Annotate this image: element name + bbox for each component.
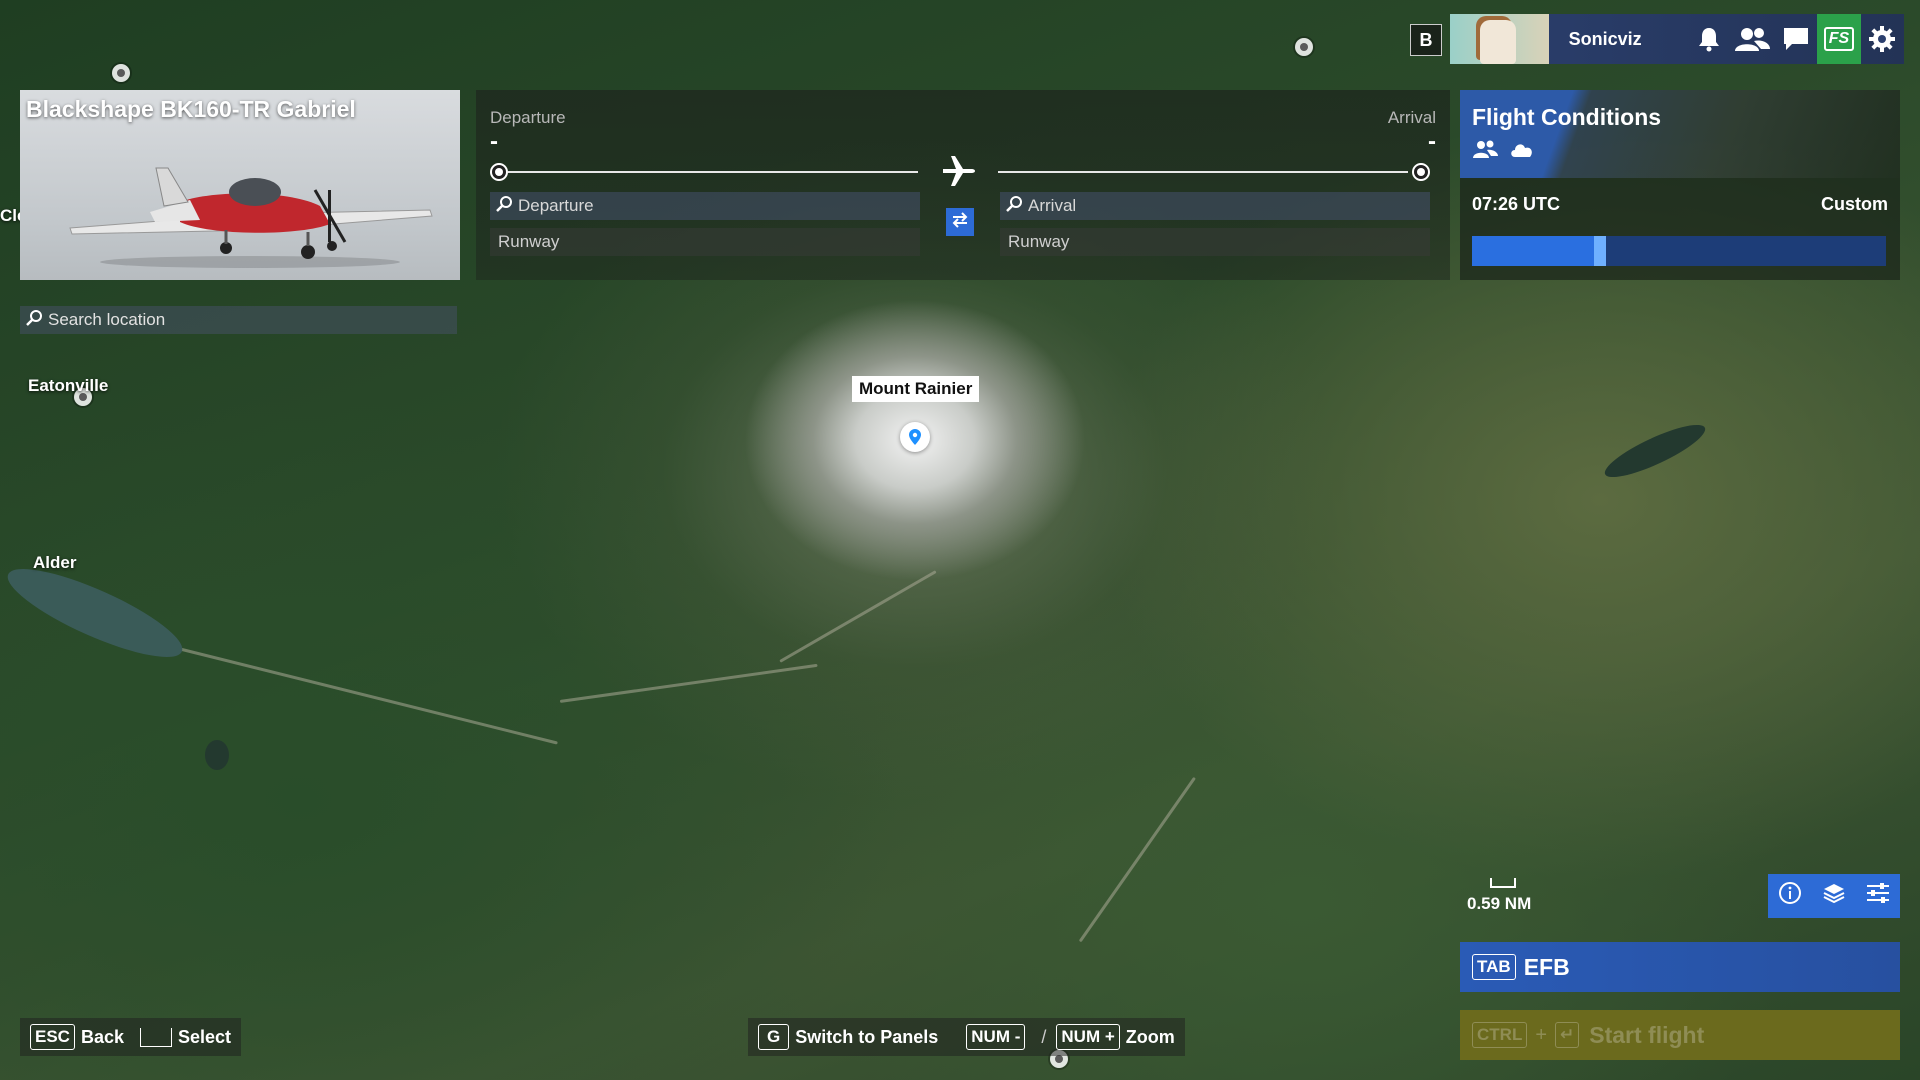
conditions-icons bbox=[1472, 140, 1535, 163]
panels-zoom-hints: G Switch to Panels NUM - / NUM + Zoom bbox=[748, 1018, 1185, 1056]
layers-icon[interactable] bbox=[1822, 881, 1846, 911]
efb-key: TAB bbox=[1472, 954, 1516, 980]
map-scale-bar bbox=[1490, 878, 1516, 888]
aircraft-card[interactable]: Blackshape BK160-TR Gabriel bbox=[20, 90, 460, 280]
arrival-placeholder: Arrival bbox=[1028, 196, 1077, 215]
space-key-icon bbox=[140, 1027, 172, 1047]
search-icon bbox=[1006, 195, 1022, 217]
zoom-label: Zoom bbox=[1125, 1026, 1175, 1047]
river bbox=[1078, 776, 1196, 943]
friends-icon[interactable] bbox=[1730, 14, 1773, 64]
search-placeholder: Search location bbox=[48, 310, 166, 329]
back-hint[interactable]: ESC Back Select bbox=[20, 1018, 242, 1056]
lake bbox=[0, 553, 192, 673]
zoom-out-key: NUM - bbox=[966, 1024, 1026, 1050]
zoom-hint[interactable]: NUM - / NUM + Zoom bbox=[966, 1024, 1175, 1050]
time-readout: 07:26 UTC bbox=[1472, 194, 1561, 214]
map-scale-label: 0.59 NM bbox=[1467, 894, 1532, 913]
river bbox=[559, 663, 818, 703]
b-key-button[interactable]: B bbox=[1410, 24, 1442, 56]
airplane-icon bbox=[943, 156, 975, 194]
efb-label: EFB bbox=[1523, 953, 1570, 980]
search-icon bbox=[26, 309, 42, 331]
time-slider-thumb[interactable] bbox=[1594, 236, 1606, 266]
esc-key: ESC bbox=[30, 1024, 75, 1050]
arrival-heading: Arrival bbox=[1387, 108, 1436, 127]
aircraft-name: Blackshape BK160-TR Gabriel bbox=[26, 96, 356, 122]
search-location-input[interactable]: Search location bbox=[20, 306, 457, 334]
departure-line bbox=[508, 171, 918, 173]
arrival-value: - bbox=[1428, 128, 1436, 155]
departure-node bbox=[490, 163, 508, 181]
chat-icon[interactable] bbox=[1774, 14, 1817, 64]
filter-icon[interactable] bbox=[1866, 882, 1890, 910]
start-flight-button[interactable]: CTRL + ↵ Start flight bbox=[1460, 1010, 1900, 1060]
arrival-line bbox=[998, 171, 1408, 173]
marketplace-label: FS bbox=[1823, 27, 1855, 51]
arrival-node bbox=[1412, 163, 1430, 181]
map-tools bbox=[1768, 874, 1900, 918]
map-label-alder[interactable]: Alder bbox=[33, 553, 76, 573]
start-flight-key: CTRL bbox=[1472, 1022, 1528, 1048]
info-icon[interactable] bbox=[1778, 881, 1802, 911]
map-poi[interactable] bbox=[1295, 38, 1313, 56]
enter-key-icon: ↵ bbox=[1555, 1022, 1580, 1048]
friends-icon bbox=[1473, 140, 1498, 158]
search-icon bbox=[496, 195, 512, 217]
select-label: Select bbox=[178, 1026, 232, 1047]
start-flight-label: Start flight bbox=[1589, 1021, 1705, 1048]
departure-placeholder: Departure bbox=[518, 196, 594, 215]
route-panel: Departure Arrival - - Departure Arrival … bbox=[476, 90, 1450, 280]
map-poi[interactable] bbox=[112, 64, 130, 82]
start-flight-plus: + bbox=[1535, 1023, 1548, 1046]
arrival-runway-field[interactable]: Runway bbox=[1000, 228, 1430, 256]
river bbox=[779, 570, 937, 663]
settings-icon[interactable] bbox=[1861, 14, 1904, 64]
lake bbox=[1599, 415, 1711, 487]
switch-panels-hint[interactable]: G Switch to Panels bbox=[758, 1024, 966, 1050]
flight-conditions-panel[interactable]: Flight Conditions 07:26 UTC Custom bbox=[1460, 90, 1900, 280]
location-marker-label[interactable]: Mount Rainier bbox=[852, 376, 980, 402]
time-of-day-slider[interactable] bbox=[1472, 236, 1886, 266]
g-key: G bbox=[758, 1024, 790, 1050]
switch-panels-label: Switch to Panels bbox=[795, 1026, 939, 1047]
back-label: Back bbox=[80, 1026, 124, 1047]
efb-button[interactable]: TAB EFB bbox=[1460, 942, 1900, 992]
username[interactable]: Sonicviz bbox=[1569, 29, 1687, 50]
avatar[interactable] bbox=[1450, 14, 1549, 64]
river bbox=[149, 640, 558, 745]
time-slider-fill bbox=[1472, 236, 1600, 266]
arrival-input[interactable]: Arrival bbox=[1000, 192, 1430, 220]
zoom-separator: / bbox=[1041, 1026, 1047, 1047]
profile-bar: Sonicviz FS bbox=[1450, 14, 1904, 64]
departure-value: - bbox=[490, 128, 498, 155]
departure-input[interactable]: Departure bbox=[490, 192, 920, 220]
lake bbox=[205, 740, 229, 770]
cloud-icon bbox=[1511, 144, 1532, 157]
location-pin-icon[interactable] bbox=[900, 422, 930, 452]
departure-heading: Departure bbox=[490, 108, 566, 127]
swap-icon[interactable] bbox=[946, 208, 974, 236]
weather-preset[interactable]: Custom bbox=[1821, 194, 1888, 215]
flight-conditions-header: Flight Conditions bbox=[1460, 90, 1900, 178]
departure-runway-field[interactable]: Runway bbox=[490, 228, 920, 256]
flight-conditions-title: Flight Conditions bbox=[1472, 104, 1662, 130]
aircraft-image bbox=[69, 167, 433, 268]
map-label-eatonville[interactable]: Eatonville bbox=[28, 376, 108, 396]
notification-icon[interactable] bbox=[1687, 14, 1730, 64]
marketplace-icon[interactable]: FS bbox=[1817, 14, 1861, 64]
zoom-in-key: NUM + bbox=[1056, 1024, 1120, 1050]
